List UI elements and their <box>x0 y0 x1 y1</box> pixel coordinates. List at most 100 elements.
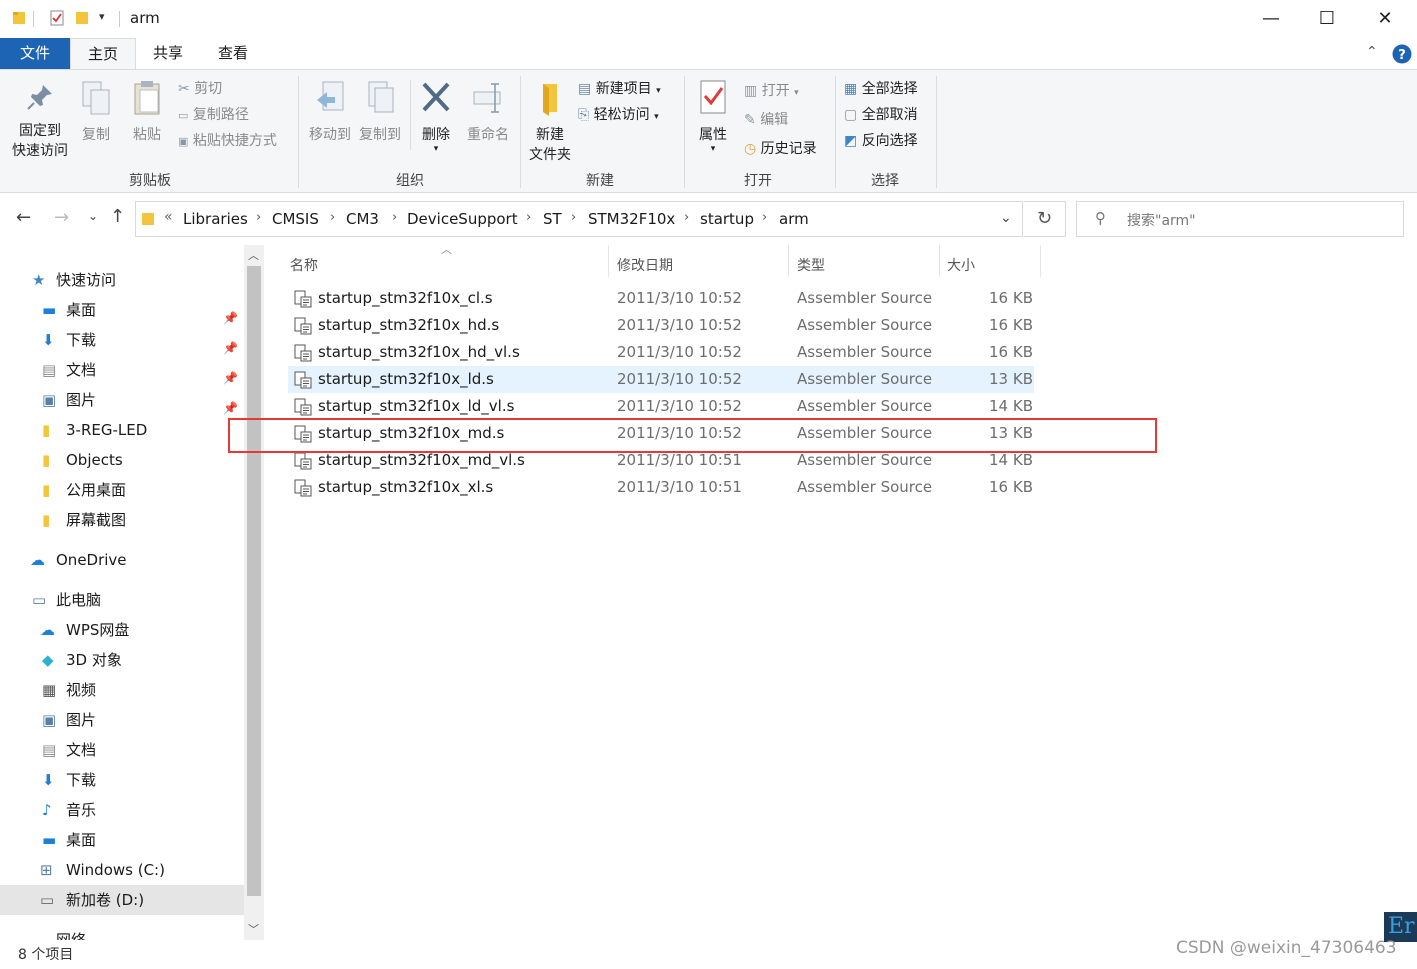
nav-quick-documents[interactable]: ▤ 文档 📌 <box>0 355 244 385</box>
nav-pc-desktop[interactable]: ▬ 桌面 <box>0 825 244 855</box>
properties-button[interactable]: 属性 ▾ <box>690 78 736 154</box>
new-item-button[interactable]: ▤ 新建项目 ▾ <box>578 78 661 98</box>
column-header-type[interactable]: 类型 <box>797 251 825 281</box>
copy-path-button[interactable]: ▭ 复制路径 <box>178 104 249 124</box>
nav-quick-public-desktop[interactable]: ▮ 公用桌面 <box>0 475 244 505</box>
recent-locations-dropdown-icon[interactable]: ⌄ <box>88 209 98 223</box>
column-header-date[interactable]: 修改日期 <box>617 251 673 281</box>
new-folder-button[interactable]: 新建 文件夹 <box>524 78 576 164</box>
file-row[interactable]: startup_stm32f10x_xl.s 2011/3/10 10:51 Ass… <box>288 474 1034 501</box>
nav-pc-drive-c[interactable]: ⊞ Windows (C:) <box>0 855 244 885</box>
column-divider[interactable] <box>1040 245 1041 277</box>
breadcrumb-cm3[interactable]: CM3 <box>346 210 379 228</box>
tab-home[interactable]: 主页 <box>70 38 136 69</box>
refresh-icon[interactable]: ↻ <box>1024 201 1066 237</box>
file-row[interactable]: startup_stm32f10x_ld.s 2011/3/10 10:52 Ass… <box>288 366 1034 393</box>
nav-quick-desktop[interactable]: ▬ 桌面 📌 <box>0 295 244 325</box>
column-header-name[interactable]: 名称 <box>290 251 318 281</box>
nav-pc-downloads[interactable]: ⬇ 下载 <box>0 765 244 795</box>
minimize-button[interactable]: — <box>1248 6 1294 32</box>
file-row[interactable]: startup_stm32f10x_hd.s 2011/3/10 10:52 Ass… <box>288 312 1034 339</box>
open-button[interactable]: ▥ 打开 ▾ <box>744 80 799 100</box>
help-icon[interactable]: ? <box>1392 44 1412 64</box>
nav-pc-videos[interactable]: ▦ 视频 <box>0 675 244 705</box>
edit-button[interactable]: ✎ 编辑 <box>744 109 788 129</box>
chevron-right-icon[interactable]: › <box>684 210 689 225</box>
nav-pc-3d-objects[interactable]: ◆ 3D 对象 <box>0 645 244 675</box>
new-folder-icon[interactable] <box>75 10 89 26</box>
collapse-ribbon-icon[interactable]: ⌃ <box>1366 44 1378 60</box>
column-header-size[interactable]: 大小 <box>947 251 975 281</box>
chevron-right-icon[interactable]: › <box>330 210 335 225</box>
easy-access-button[interactable]: ⎘ 轻松访问 ▾ <box>578 104 659 124</box>
pin-quick-access-button[interactable]: 固定到 快速访问 <box>8 78 72 160</box>
breadcrumb-devicesupport[interactable]: DeviceSupport <box>407 210 518 228</box>
chevron-right-icon[interactable]: › <box>392 210 397 225</box>
breadcrumb-libraries[interactable]: Libraries <box>183 210 248 228</box>
nav-pc-pictures[interactable]: ▣ 图片 <box>0 705 244 735</box>
chevron-right-icon[interactable]: › <box>571 210 576 225</box>
breadcrumb-overflow-icon[interactable]: « <box>164 209 173 225</box>
column-divider[interactable] <box>939 245 940 277</box>
search-input[interactable]: ⚲ 搜索"arm" <box>1076 201 1404 237</box>
chevron-right-icon[interactable]: › <box>256 210 261 225</box>
nav-pc-wps[interactable]: ☁ WPS网盘 <box>0 615 244 645</box>
delete-dropdown-icon[interactable]: ▾ <box>416 144 456 154</box>
copy-to-button[interactable]: 复制到 <box>356 78 404 144</box>
file-row[interactable]: startup_stm32f10x_cl.s 2011/3/10 10:52 Ass… <box>288 285 1034 312</box>
chevron-right-icon[interactable]: › <box>762 210 767 225</box>
properties-dropdown-icon[interactable]: ▾ <box>690 144 736 154</box>
breadcrumb-startup[interactable]: startup <box>700 210 754 228</box>
nav-pc-documents[interactable]: ▤ 文档 <box>0 735 244 765</box>
nav-quick-downloads[interactable]: ⬇ 下载 📌 <box>0 325 244 355</box>
nav-quick-screenshots[interactable]: ▮ 屏幕截图 <box>0 505 244 535</box>
nav-quick-3-reg-led[interactable]: ▮ 3-REG-LED <box>0 415 244 445</box>
breadcrumb-cmsis[interactable]: CMSIS <box>272 210 319 228</box>
column-divider[interactable] <box>788 245 789 277</box>
nav-quick-pictures[interactable]: ▣ 图片 📌 <box>0 385 244 415</box>
breadcrumb-stm32f10x[interactable]: STM32F10x <box>588 210 675 228</box>
nav-pc-drive-d[interactable]: ▭ 新加卷 (D:) <box>0 885 244 915</box>
scrollbar-thumb[interactable] <box>247 266 261 896</box>
file-row[interactable]: startup_stm32f10x_ld_vl.s 2011/3/10 10:52… <box>288 393 1034 420</box>
paste-button[interactable]: 粘贴 <box>124 78 170 144</box>
tab-view[interactable]: 查看 <box>205 38 261 69</box>
rename-button[interactable]: 重命名 <box>462 78 514 144</box>
customize-qat-dropdown-icon[interactable]: ▾ <box>99 10 105 23</box>
file-row[interactable]: startup_stm32f10x_hd_vl.s 2011/3/10 10:52… <box>288 339 1034 366</box>
close-button[interactable]: ✕ <box>1362 6 1408 32</box>
cut-button[interactable]: ✂ 剪切 <box>178 78 222 98</box>
history-button[interactable]: ◷ 历史记录 <box>744 138 817 158</box>
address-dropdown-icon[interactable]: ⌄ <box>1000 210 1012 226</box>
address-bar[interactable]: « Libraries › CMSIS › CM3 › DeviceSuppor… <box>135 201 1023 237</box>
group-label-new: 新建 <box>586 173 614 189</box>
back-arrow-icon[interactable]: ← <box>16 207 31 228</box>
delete-button[interactable]: 删除 ▾ <box>416 78 456 154</box>
nav-pc-music[interactable]: ♪ 音乐 <box>0 795 244 825</box>
nav-quick-access[interactable]: ★ 快速访问 <box>0 265 244 295</box>
scroll-down-icon[interactable]: ﹀ <box>248 921 259 937</box>
nav-this-pc[interactable]: ▭ 此电脑 <box>0 585 244 615</box>
nav-label: 3D 对象 <box>66 651 122 669</box>
tab-share[interactable]: 共享 <box>140 38 196 69</box>
invert-selection-icon: ◩ <box>844 133 858 149</box>
nav-quick-objects[interactable]: ▮ Objects <box>0 445 244 475</box>
properties-icon[interactable] <box>50 10 64 26</box>
up-arrow-icon[interactable]: ↑ <box>110 206 125 227</box>
paste-shortcut-button[interactable]: ▣ 粘贴快捷方式 <box>178 130 277 150</box>
nav-network[interactable]: 网络 <box>0 925 244 940</box>
column-divider[interactable] <box>608 245 609 277</box>
chevron-right-icon[interactable]: › <box>526 210 531 225</box>
maximize-button[interactable]: ☐ <box>1304 6 1350 32</box>
scroll-up-icon[interactable]: ︿ <box>248 247 259 263</box>
copy-button[interactable]: 复制 <box>76 78 116 144</box>
breadcrumb-arm[interactable]: arm <box>779 210 809 228</box>
forward-arrow-icon[interactable]: → <box>54 207 69 228</box>
breadcrumb-st[interactable]: ST <box>543 210 562 228</box>
invert-selection-button[interactable]: ◩ 反向选择 <box>844 130 918 150</box>
nav-onedrive[interactable]: ☁ OneDrive <box>0 545 244 575</box>
move-to-button[interactable]: 移动到 <box>306 78 354 144</box>
select-all-button[interactable]: ▦ 全部选择 <box>844 78 918 98</box>
select-none-button[interactable]: ▢ 全部取消 <box>844 104 918 124</box>
tab-file[interactable]: 文件 <box>0 38 70 69</box>
